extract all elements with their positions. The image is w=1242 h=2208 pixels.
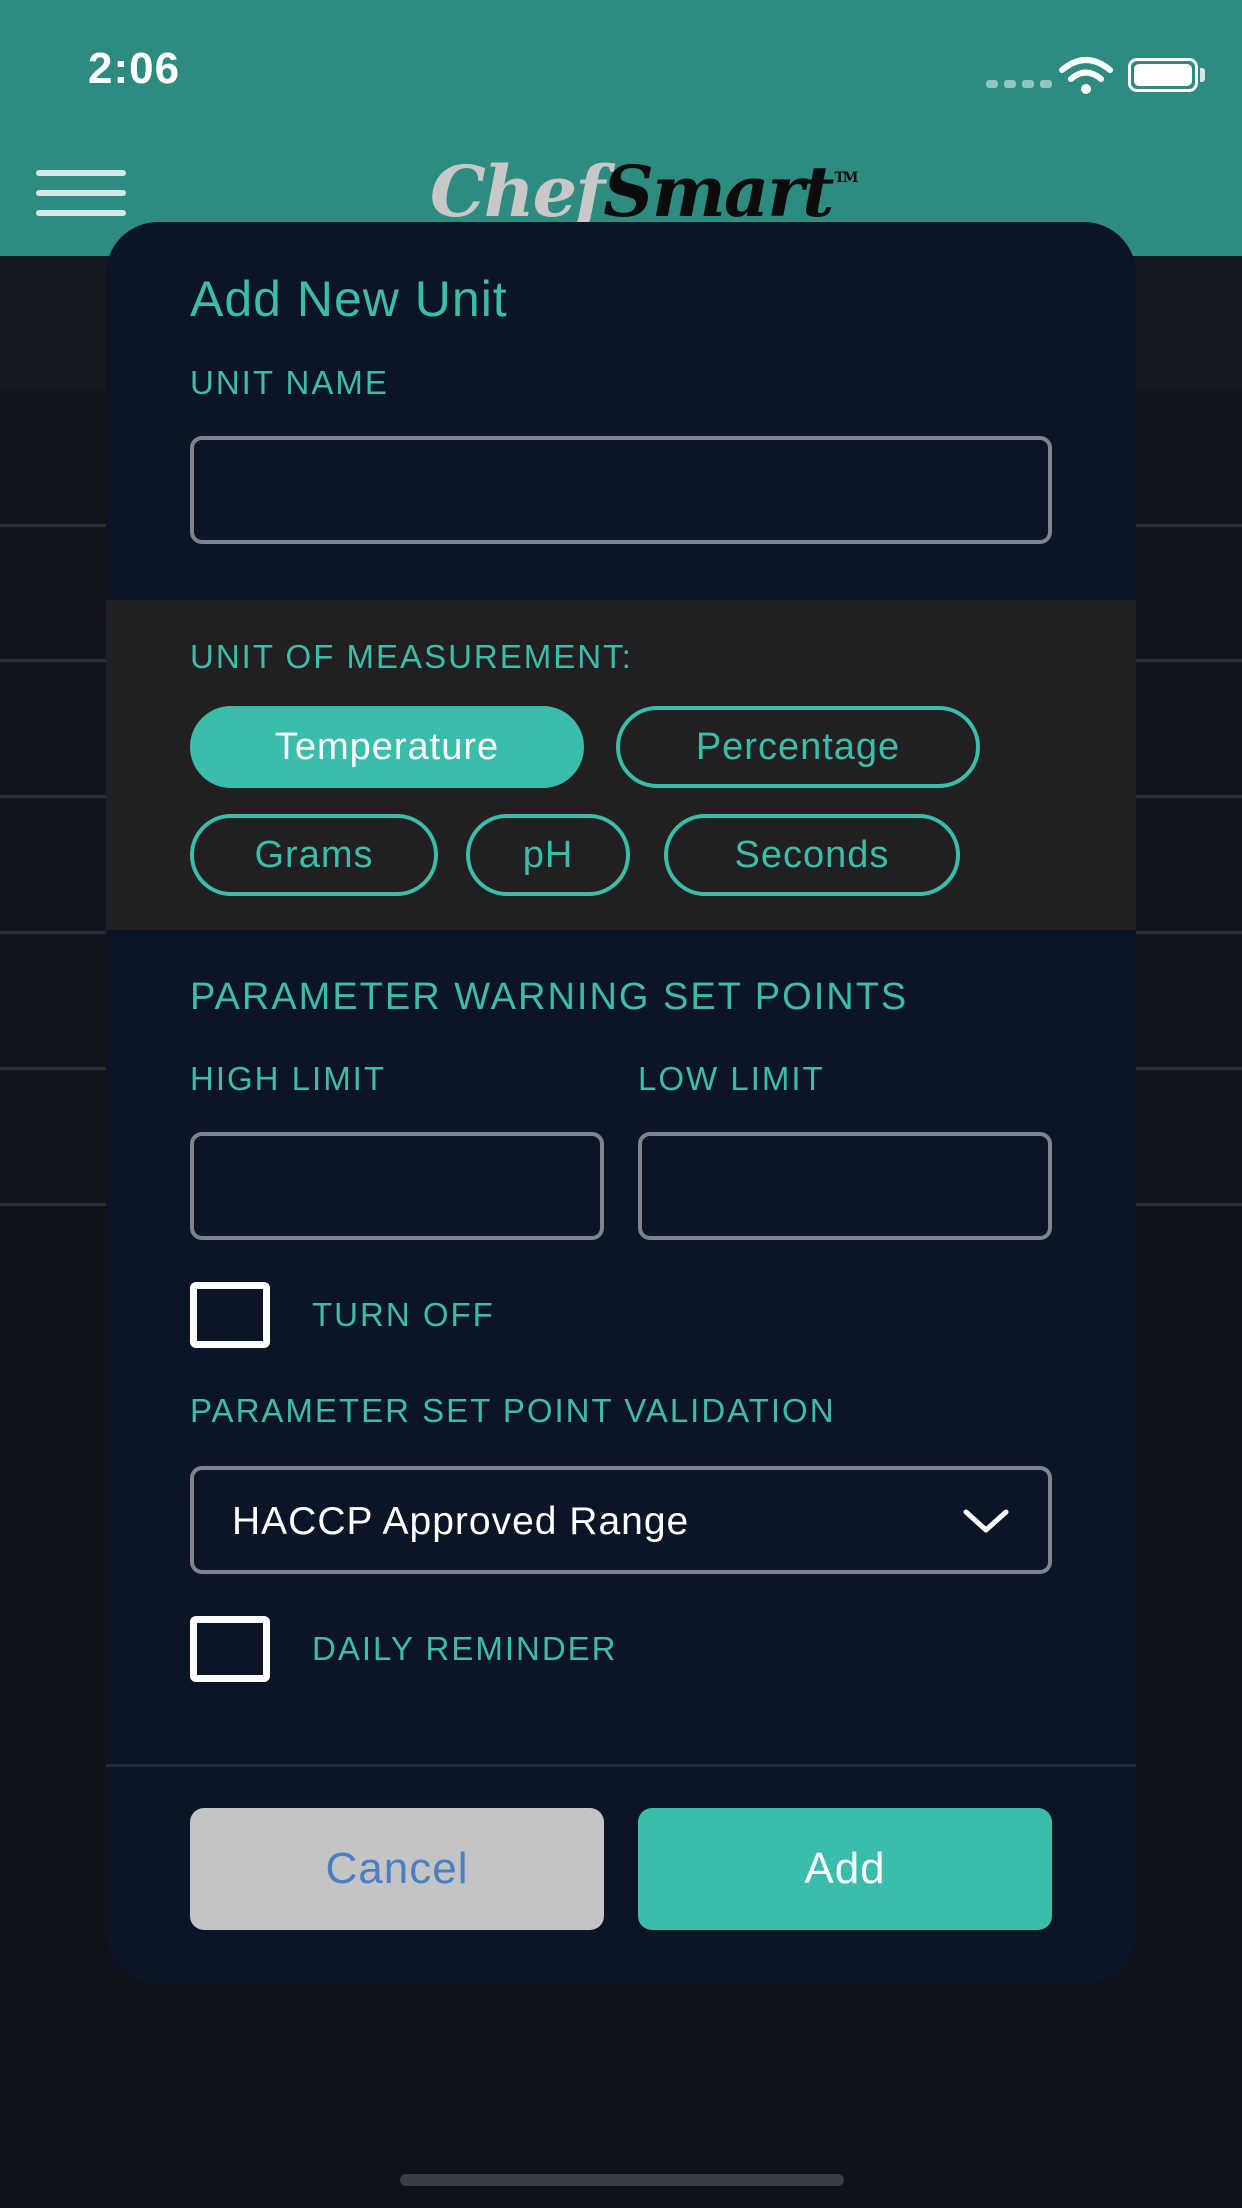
- chefsmart-logo: Chef Smart TM: [430, 150, 858, 233]
- high-limit-input[interactable]: [190, 1132, 604, 1240]
- chip-seconds[interactable]: Seconds: [664, 814, 960, 896]
- turn-off-checkbox[interactable]: [190, 1282, 270, 1348]
- validation-selected-value: HACCP Approved Range: [232, 1500, 690, 1543]
- validation-dropdown[interactable]: HACCP Approved Range: [190, 1466, 1052, 1574]
- unit-name-input[interactable]: [190, 436, 1052, 544]
- chip-ph[interactable]: pH: [466, 814, 630, 896]
- unit-of-measurement-section: UNIT OF MEASUREMENT: Temperature Percent…: [106, 600, 1136, 930]
- set-point-validation-label: PARAMETER SET POINT VALIDATION: [190, 1392, 836, 1429]
- battery-tip: [1200, 68, 1205, 82]
- hamburger-menu-icon[interactable]: [36, 170, 126, 216]
- cancel-button[interactable]: Cancel: [190, 1808, 604, 1930]
- add-unit-modal: Add New Unit UNIT NAME UNIT OF MEASUREME…: [106, 222, 1136, 1984]
- cellular-signal-icon: [986, 80, 1052, 88]
- add-button[interactable]: Add: [638, 1808, 1052, 1930]
- unit-name-label: UNIT NAME: [190, 364, 389, 401]
- logo-chef-text: Chef: [430, 150, 605, 233]
- footer-divider: [106, 1764, 1136, 1767]
- battery-icon: [1128, 58, 1198, 92]
- status-time: 2:06: [88, 44, 181, 93]
- chevron-down-icon: [963, 1509, 1009, 1533]
- low-limit-label: LOW LIMIT: [638, 1060, 825, 1097]
- chip-grams[interactable]: Grams: [190, 814, 438, 896]
- wifi-icon: [1059, 57, 1113, 94]
- logo-trademark: TM: [834, 170, 858, 186]
- home-indicator[interactable]: [400, 2174, 844, 2186]
- daily-reminder-checkbox[interactable]: [190, 1616, 270, 1682]
- low-limit-input[interactable]: [638, 1132, 1052, 1240]
- warning-set-points-heading: PARAMETER WARNING SET POINTS: [190, 976, 909, 1018]
- chip-temperature[interactable]: Temperature: [190, 706, 584, 788]
- modal-title: Add New Unit: [190, 271, 508, 327]
- daily-reminder-label: DAILY REMINDER: [312, 1630, 618, 1667]
- app-header: 2:06 Chef Smart TM: [0, 0, 1242, 256]
- chip-percentage[interactable]: Percentage: [616, 706, 980, 788]
- turn-off-label: TURN OFF: [312, 1296, 495, 1333]
- logo-smart-text: Smart: [603, 150, 834, 233]
- unit-of-measurement-label: UNIT OF MEASUREMENT:: [190, 638, 633, 675]
- high-limit-label: HIGH LIMIT: [190, 1060, 387, 1097]
